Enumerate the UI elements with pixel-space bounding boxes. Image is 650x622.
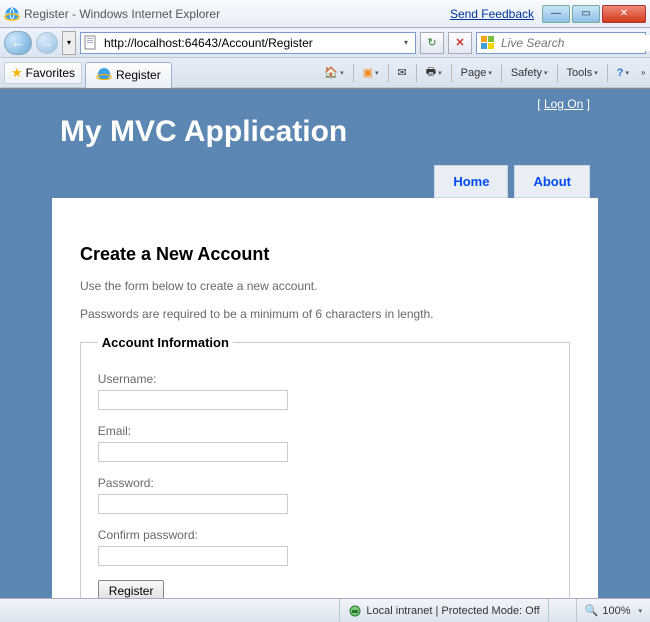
help-button[interactable]: ?▾ [612,62,634,84]
confirm-password-label: Confirm password: [98,528,552,542]
tab-label: Register [116,68,161,82]
fieldset-legend: Account Information [98,335,233,350]
menu-home[interactable]: Home [434,165,508,198]
main-menu: Home About [52,157,598,198]
tabs-bar: ★ Favorites Register 🏠▾ ▣▾ ✉ 🖶▾ Page▾ Sa… [0,58,650,88]
forward-button[interactable]: → [36,32,58,54]
command-toolbar: 🏠▾ ▣▾ ✉ 🖶▾ Page▾ Safety▾ Tools▾ ?▾ » [319,62,646,84]
intro-text: Use the form below to create a new accou… [80,279,570,293]
zone-icon [348,604,362,618]
address-field[interactable]: ▾ [80,32,416,54]
tab-favicon [96,66,112,85]
stop-button[interactable]: ✕ [448,32,472,54]
status-seg-blank [548,599,576,622]
history-dropdown[interactable]: ▾ [62,31,76,55]
close-button[interactable]: ✕ [602,5,646,23]
menu-about[interactable]: About [514,165,590,198]
favorites-label: Favorites [26,66,75,80]
help-icon: ? [617,67,624,79]
email-input[interactable] [98,442,288,462]
address-bar: ← → ▾ ▾ ↻ ✕ 🔍 [0,28,650,58]
readmail-button[interactable]: ✉ [393,62,412,84]
logon-link[interactable]: Log On [544,97,583,111]
zoom-value: 100% [602,605,630,617]
status-bar: Local intranet | Protected Mode: Off 🔍 1… [0,598,650,622]
main-content: Create a New Account Use the form below … [52,198,598,598]
search-provider-icon [480,35,496,51]
register-button[interactable]: Register [98,580,165,598]
zoom-icon: 🔍 [585,604,599,617]
print-button[interactable]: 🖶▾ [421,62,447,84]
favorites-button[interactable]: ★ Favorites [4,62,82,84]
username-label: Username: [98,372,552,386]
maximize-button[interactable]: ▭ [572,5,600,23]
send-feedback-link[interactable]: Send Feedback [450,7,534,21]
arrow-left-icon: ← [12,35,25,50]
chevron-right-icon: » [641,68,645,77]
stop-icon: ✕ [455,36,464,49]
mail-icon: ✉ [398,66,407,79]
window-titlebar: Register - Windows Internet Explorer Sen… [0,0,650,28]
tools-menu[interactable]: Tools▾ [562,62,603,84]
content-viewport: [ Log On ] My MVC Application Home About… [0,88,650,598]
page-menu[interactable]: Page▾ [456,62,497,84]
account-fieldset: Account Information Username: Email: Pas… [80,335,570,598]
confirm-password-input[interactable] [98,546,288,566]
rss-icon: ▣ [363,66,373,79]
email-label: Email: [98,424,552,438]
zoom-control[interactable]: 🔍 100% ▾ [576,599,650,622]
page-scroll[interactable]: [ Log On ] My MVC Application Home About… [0,89,650,598]
back-button[interactable]: ← [4,31,32,55]
arrow-right-icon: → [41,35,54,50]
tab-current[interactable]: Register [85,62,172,88]
star-icon: ★ [11,65,23,81]
url-input[interactable] [102,34,399,52]
toolbar-overflow[interactable]: » [636,62,646,84]
refresh-button[interactable]: ↻ [420,32,444,54]
password-label: Password: [98,476,552,490]
search-box[interactable]: 🔍 [476,32,646,54]
chevron-down-icon: ▾ [638,607,642,615]
zone-text: Local intranet | Protected Mode: Off [366,605,539,617]
search-input[interactable] [499,35,650,51]
home-button[interactable]: 🏠▾ [319,62,348,84]
page-icon [83,35,99,51]
security-zone[interactable]: Local intranet | Protected Mode: Off [339,599,547,622]
mvc-background: [ Log On ] My MVC Application Home About… [0,89,650,598]
feeds-button[interactable]: ▣▾ [358,62,384,84]
safety-menu[interactable]: Safety▾ [506,62,553,84]
site-title: My MVC Application [52,111,598,157]
minimize-button[interactable]: ― [542,5,570,23]
window-title: Register - Windows Internet Explorer [24,7,450,21]
print-icon: 🖶 [426,63,436,82]
page-heading: Create a New Account [80,244,570,265]
address-dropdown-icon[interactable]: ▾ [399,38,413,47]
username-input[interactable] [98,390,288,410]
password-input[interactable] [98,494,288,514]
window-buttons: ― ▭ ✕ [542,5,646,23]
logon-area: [ Log On ] [52,89,598,111]
password-hint: Passwords are required to be a minimum o… [80,307,570,321]
refresh-icon: ↻ [427,36,436,49]
ie-logo-icon [4,6,20,22]
home-icon: 🏠 [324,66,338,79]
